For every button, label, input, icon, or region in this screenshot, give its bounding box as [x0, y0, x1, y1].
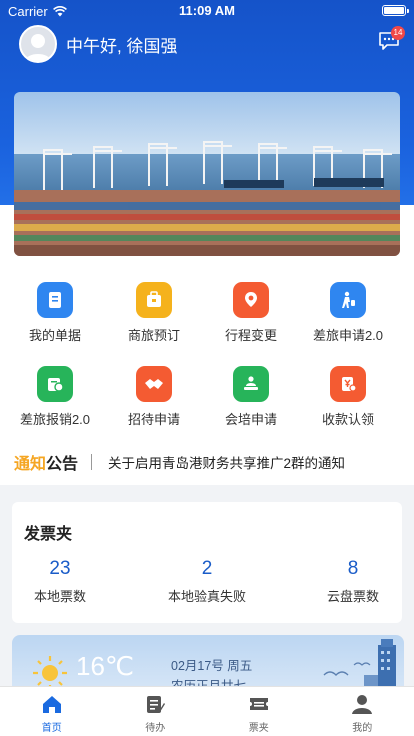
grid-item-travel-reimbursement[interactable]: 差旅报销2.0 — [5, 366, 105, 428]
ticket-icon — [247, 692, 271, 716]
home-icon — [40, 692, 64, 716]
meeting-icon — [233, 366, 269, 402]
temperature: 16℃ — [76, 651, 135, 681]
grid-item-hospitality-application[interactable]: 招待申请 — [104, 366, 204, 428]
profile-icon — [350, 692, 374, 716]
tab-label: 首页 — [41, 723, 62, 734]
tab-label: 待办 — [145, 723, 166, 734]
weather-date: 02月17号 周五 — [171, 659, 253, 673]
avatar[interactable] — [19, 25, 57, 63]
grid-label: 商旅预订 — [127, 328, 180, 343]
grid-item-my-documents[interactable]: 我的单据 — [5, 282, 105, 344]
tab-todo[interactable]: 待办 — [104, 687, 208, 736]
tab-home[interactable]: 首页 — [0, 687, 104, 736]
tab-label: 我的 — [352, 723, 373, 734]
stat-label: 本地验真失败 — [167, 589, 246, 604]
stat-value: 8 — [347, 558, 359, 579]
notice-divider — [91, 454, 93, 470]
traveler-icon — [330, 282, 366, 318]
port-banner-image[interactable] — [14, 92, 400, 256]
notice-title: 通知公告 — [14, 450, 78, 474]
grid-label: 会培申请 — [224, 412, 277, 427]
todo-icon — [143, 692, 167, 716]
notice-title-part2: 公告 — [46, 456, 79, 473]
grid-label: 差旅报销2.0 — [19, 412, 91, 427]
payment-icon — [330, 366, 366, 402]
stat-value: 2 — [201, 558, 213, 579]
message-button[interactable]: 14 — [378, 26, 405, 52]
bottom-tab-bar: 首页 待办 票夹 我的 — [0, 686, 414, 736]
grid-item-business-travel[interactable]: 商旅预订 — [104, 282, 204, 344]
stat-label: 本地票数 — [33, 589, 86, 604]
port-illustration — [14, 92, 400, 256]
user-bar: 中午好, 徐国强 — [19, 24, 177, 64]
notice-title-part1: 通知 — [14, 456, 47, 473]
invoice-folder-card: 发票夹 23 本地票数 2 本地验真失败 8 云盘票数 — [12, 502, 402, 623]
grid-label: 招待申请 — [127, 412, 180, 427]
notice-bar[interactable]: 通知公告 关于启用青岛港财务共享推广2群的通知 — [0, 440, 414, 484]
stat-value: 23 — [49, 558, 71, 579]
greeting-text: 中午好, 徐国强 — [66, 36, 178, 56]
stat-label: 云盘票数 — [326, 589, 379, 604]
handshake-icon — [136, 366, 172, 402]
grid-label: 差旅申请2.0 — [312, 328, 384, 343]
status-bar: Carrier 11:09 AM — [0, 0, 414, 22]
grid-label: 行程变更 — [224, 328, 277, 343]
grid-label: 我的单据 — [28, 328, 81, 343]
grid-item-itinerary-change[interactable]: 行程变更 — [201, 282, 301, 344]
stat-verification-failed[interactable]: 2 本地验真失败 — [147, 558, 267, 605]
clock: 11:09 AM — [179, 3, 235, 18]
briefcase-icon — [136, 282, 172, 318]
tab-profile[interactable]: 我的 — [311, 687, 414, 736]
stat-cloud-invoices[interactable]: 8 云盘票数 — [293, 558, 413, 605]
grid-label: 收款认领 — [321, 412, 374, 427]
grid-item-meeting-training[interactable]: 会培申请 — [201, 366, 301, 428]
stat-local-invoices[interactable]: 23 本地票数 — [0, 558, 120, 605]
tab-label: 票夹 — [248, 723, 269, 734]
document-icon — [37, 282, 73, 318]
notice-text[interactable]: 关于启用青岛港财务共享推广2群的通知 — [108, 452, 345, 472]
battery-icon — [382, 5, 409, 16]
invoice-folder-title: 发票夹 — [24, 526, 73, 543]
grid-item-travel-application[interactable]: 差旅申请2.0 — [298, 282, 398, 344]
location-pin-icon — [233, 282, 269, 318]
grid-item-payment-claim[interactable]: 收款认领 — [298, 366, 398, 428]
tab-ticket-folder[interactable]: 票夹 — [207, 687, 311, 736]
user-silhouette-icon — [24, 34, 52, 61]
reimbursement-icon — [37, 366, 73, 402]
message-badge: 14 — [391, 26, 405, 40]
